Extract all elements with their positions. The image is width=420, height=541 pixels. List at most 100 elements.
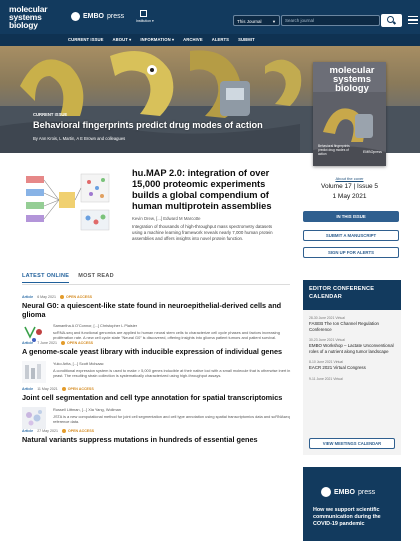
open-access-label: OPEN ACCESS bbox=[67, 429, 94, 433]
cover-title: molecular systems biology bbox=[319, 66, 385, 94]
logo-line-3: biology bbox=[9, 20, 38, 30]
calendar-event[interactable]: 9-11 June 2021 Virtual bbox=[303, 377, 401, 381]
open-access-label: OPEN ACCESS bbox=[66, 341, 94, 345]
search-input[interactable]: Search journal bbox=[281, 15, 380, 26]
tab-most-read[interactable]: MOST READ bbox=[78, 273, 114, 283]
institution-icon bbox=[140, 10, 147, 17]
chevron-down-icon: ▼ bbox=[272, 19, 276, 24]
nav-alerts[interactable]: ALERTS bbox=[212, 34, 229, 46]
nav-current-issue[interactable]: CURRENT ISSUE bbox=[68, 34, 104, 46]
issue-cover[interactable]: molecular systems biology Behavioral fin… bbox=[313, 62, 386, 166]
article-type: Article bbox=[22, 429, 34, 433]
main-nav: CURRENT ISSUE ABOUT ▾ INFORMATION ▾ ARCH… bbox=[0, 34, 420, 46]
search-button[interactable] bbox=[381, 14, 402, 27]
promo-brand: EMBO press bbox=[321, 487, 375, 497]
about-cover-link[interactable]: About the cover bbox=[313, 176, 386, 181]
article-type: Article bbox=[22, 387, 34, 391]
article-tabs: LATEST ONLINE MOST READ bbox=[22, 273, 114, 283]
search-placeholder: Search journal bbox=[285, 18, 315, 23]
featured-article-figure[interactable] bbox=[23, 170, 113, 236]
calendar-event[interactable]: 28-30 June 2021 Virtual FASEB The Ion Ch… bbox=[303, 316, 401, 332]
open-access-badge: OPEN ACCESS bbox=[61, 429, 94, 433]
open-access-icon bbox=[61, 429, 66, 433]
submit-manuscript-button[interactable]: SUBMIT A MANUSCRIPT bbox=[303, 230, 399, 241]
event-date: 30-23 June 2021 Virtual bbox=[309, 338, 345, 342]
calendar-event[interactable]: 8-10 June 2021 Virtual EACR 2021 Virtual… bbox=[303, 360, 401, 371]
article-thumbnail[interactable] bbox=[22, 360, 46, 383]
event-date: 28-30 June 2021 Virtual bbox=[309, 316, 345, 320]
sign-up-alerts-button[interactable]: SIGN UP FOR ALERTS bbox=[303, 247, 399, 258]
hero-authors: By Ann Krois, L Martin, A E Brown and co… bbox=[33, 136, 126, 141]
hero-subheading: CURRENT ISSUE bbox=[33, 112, 68, 117]
open-access-icon bbox=[61, 387, 66, 391]
calendar-event[interactable]: 30-23 June 2021 Virtual EMBO Workshop – … bbox=[303, 338, 401, 354]
article-title[interactable]: Joint cell segmentation and cell type an… bbox=[22, 393, 292, 403]
conference-calendar: EDITOR CONFERENCE CALENDAR 28-30 June 20… bbox=[303, 280, 401, 455]
issue-volume: Volume 17 | Issue 5 bbox=[321, 183, 378, 190]
journal-logo[interactable]: molecular systems biology bbox=[9, 5, 48, 30]
article-type: Article bbox=[22, 341, 34, 345]
view-meetings-calendar-button[interactable]: VIEW MEETINGS CALENDAR bbox=[309, 438, 395, 449]
embo-badge-icon bbox=[321, 487, 331, 497]
article-summary: JSTA is a new computational method for j… bbox=[53, 413, 290, 424]
article-item: Article 7 June 2021 OPEN ACCESS A genome… bbox=[22, 340, 292, 391]
featured-article-authors: Kevin Drew, [...] Edward M Marcotte bbox=[132, 216, 201, 221]
article-summary: scRNA-seq and functional genomics are ap… bbox=[53, 330, 280, 340]
article-date: 6 May 2021 bbox=[37, 295, 56, 299]
article-authors: Russell Littman, [...] Xia Yang, Wollman bbox=[53, 406, 121, 412]
nav-information[interactable]: INFORMATION ▾ bbox=[140, 34, 174, 46]
open-access-badge: OPEN ACCESS bbox=[60, 341, 94, 345]
open-access-label: OPEN ACCESS bbox=[65, 295, 92, 299]
hero-title[interactable]: Behavioral fingerprints predict drug mod… bbox=[33, 120, 263, 130]
embo-press-logo[interactable]: EMBO press bbox=[71, 12, 124, 21]
event-name[interactable]: EACR 2021 Virtual Congress bbox=[309, 365, 395, 371]
embo-brand-text: EMBO bbox=[83, 13, 104, 20]
tab-latest-online[interactable]: LATEST ONLINE bbox=[22, 273, 70, 283]
article-meta: Article 27 May 2021 OPEN ACCESS bbox=[22, 428, 292, 434]
institution-menu[interactable]: Institution ▾ bbox=[136, 10, 154, 26]
open-access-badge: OPEN ACCESS bbox=[59, 295, 92, 299]
in-this-issue-button[interactable]: IN THIS ISSUE bbox=[303, 211, 399, 222]
nav-archive[interactable]: ARCHIVE bbox=[183, 34, 203, 46]
cover-title-line-3: biology bbox=[335, 83, 369, 94]
article-title[interactable]: A genome-scale yeast library with induci… bbox=[22, 347, 292, 357]
article-type: Article bbox=[22, 295, 34, 299]
top-header: molecular systems biology EMBO press Inst… bbox=[0, 0, 420, 34]
search-scope-select[interactable]: This Journal ▼ bbox=[233, 15, 280, 26]
nav-submit[interactable]: SUBMIT bbox=[238, 34, 255, 46]
open-access-label: OPEN ACCESS bbox=[67, 387, 94, 391]
article-thumbnail[interactable] bbox=[22, 406, 46, 429]
event-name[interactable]: EMBO Workshop – Lactate Unconventional r… bbox=[309, 343, 395, 354]
nav-about[interactable]: ABOUT ▾ bbox=[113, 34, 132, 46]
article-meta: Article 11 May 2021 OPEN ACCESS bbox=[22, 386, 292, 392]
featured-article-title[interactable]: hu.MAP 2.0: integration of over 15,000 p… bbox=[132, 168, 292, 212]
article-date: 11 May 2021 bbox=[37, 387, 58, 391]
event-date: 9-11 June 2021 Virtual bbox=[309, 376, 343, 381]
search-scope-value: This Journal bbox=[237, 19, 262, 24]
article-title[interactable]: Natural variants suppress mutations in h… bbox=[22, 435, 292, 445]
promo-brand-text: EMBO bbox=[334, 488, 355, 496]
open-access-icon bbox=[60, 341, 65, 345]
open-access-badge: OPEN ACCESS bbox=[61, 387, 94, 391]
article-meta: Article 7 June 2021 OPEN ACCESS bbox=[22, 340, 292, 346]
issue-date: 1 May 2021 bbox=[332, 193, 367, 200]
open-access-icon bbox=[59, 295, 64, 299]
article-item: Article 27 May 2021 OPEN ACCESS Natural … bbox=[22, 428, 292, 445]
event-date: 8-10 June 2021 Virtual bbox=[309, 360, 344, 364]
embo-press-promo[interactable]: EMBO press How we support scientific comm… bbox=[303, 467, 401, 541]
article-title[interactable]: Neural G0: a quiescent-like state found … bbox=[22, 301, 292, 319]
promo-brand-suffix: press bbox=[358, 488, 376, 496]
article-date: 7 June 2021 bbox=[37, 341, 57, 345]
article-date: 27 May 2021 bbox=[37, 429, 58, 433]
menu-icon[interactable] bbox=[408, 16, 418, 24]
event-name[interactable]: FASEB The Ion Channel Regulation Confere… bbox=[309, 321, 395, 332]
tabs-divider bbox=[22, 284, 290, 285]
article-summary: A conditional expression system is used … bbox=[53, 367, 291, 378]
cover-caption: Behavioral fingerprints predict drug mod… bbox=[318, 144, 350, 156]
article-authors: Yuko Arita, [...] Scott McIsaac bbox=[53, 360, 104, 366]
promo-message[interactable]: How we support scientific communication … bbox=[313, 507, 393, 528]
calendar-heading: EDITOR CONFERENCE CALENDAR bbox=[303, 280, 401, 310]
search-icon bbox=[387, 16, 394, 23]
cover-brand: EMBOpress bbox=[363, 150, 382, 154]
institution-label: Institution ▾ bbox=[136, 19, 154, 23]
